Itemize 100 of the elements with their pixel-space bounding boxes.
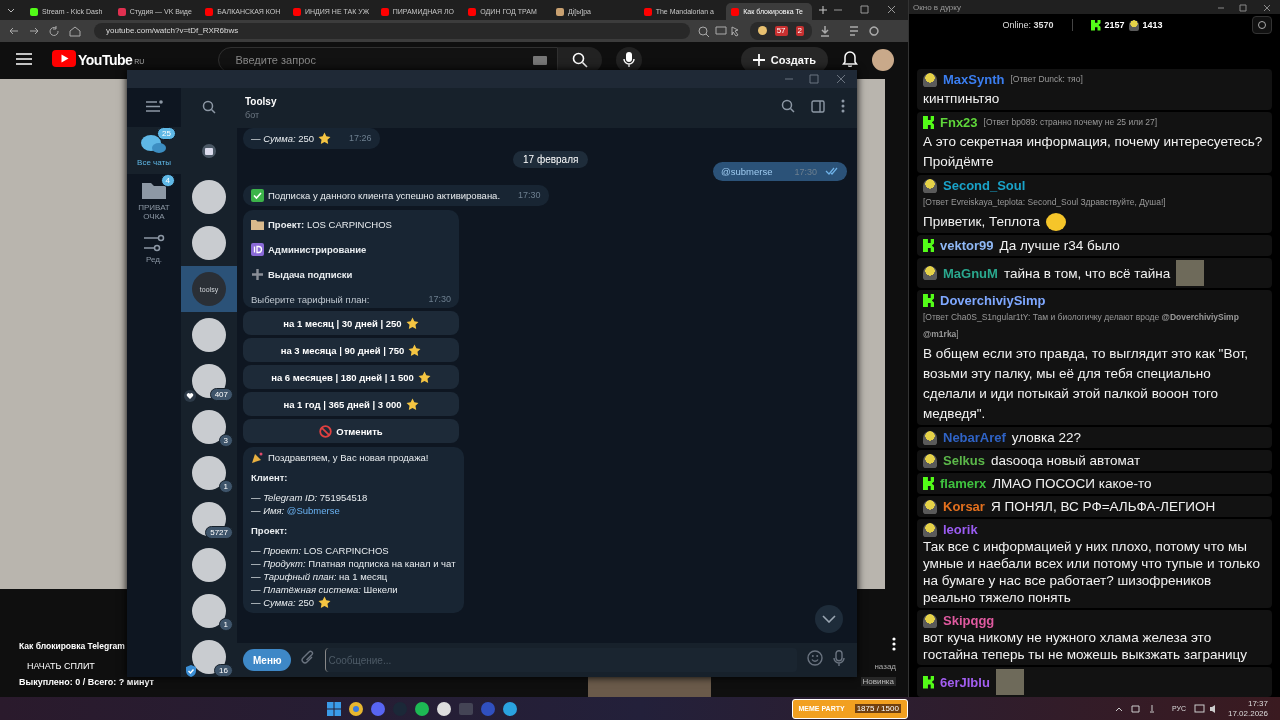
- keyboard-button[interactable]: Отменить: [243, 419, 459, 443]
- unread-badge: 3: [218, 434, 233, 447]
- star-icon: [405, 316, 419, 330]
- kick-logo-icon: [923, 477, 934, 490]
- avatar: [192, 180, 226, 214]
- search-icon[interactable]: [202, 100, 216, 114]
- message-text: Да лучше r34 было: [999, 237, 1120, 254]
- username[interactable]: flamerx: [940, 475, 987, 492]
- keyboard-button[interactable]: на 1 месяц | 30 дней | 250: [243, 311, 459, 335]
- emoji-icon: [251, 243, 264, 256]
- chat-list-item[interactable]: 407: [181, 358, 237, 404]
- message-text: Приветик, Теплота: [923, 214, 1041, 229]
- extension-icon[interactable]: [757, 26, 767, 36]
- chat-list-item[interactable]: 1: [181, 450, 237, 496]
- reply-quote: [Ответ Dunck: тяо]: [1010, 73, 1083, 86]
- emoji-figure-icon: [1128, 19, 1139, 31]
- keyboard-button[interactable]: на 1 год | 365 дней | 3 000: [243, 392, 459, 416]
- keyboard-button[interactable]: на 3 месяца | 90 дней | 750: [243, 338, 459, 362]
- chat-list-item[interactable]: 1: [181, 588, 237, 634]
- username[interactable]: Selkus: [943, 452, 985, 469]
- message-time: 17:30: [427, 293, 451, 306]
- emoji-icon: [251, 218, 264, 231]
- emoji-figure-icon: [923, 499, 937, 514]
- logo-text[interactable]: YouTube: [78, 52, 133, 69]
- emoji-figure-icon: [923, 430, 937, 445]
- reply-quote: [Ответ Evreiskaya_teplota: Second_Soul Здравствуйте, Душа!]: [923, 196, 1166, 209]
- new-tab-icon[interactable]: [817, 5, 828, 15]
- kick-logo-icon: [923, 116, 934, 129]
- extension-badge[interactable]: 57: [774, 25, 788, 36]
- folder-tab[interactable]: Ред.: [127, 227, 181, 271]
- chat-list-item[interactable]: 5727: [181, 496, 237, 542]
- username[interactable]: Korsar: [943, 498, 985, 515]
- clock-date[interactable]: 17.02.2026: [1227, 708, 1268, 719]
- chat-list-item[interactable]: 3: [181, 404, 237, 450]
- address-field[interactable]: youtube.com/watch?v=tDf_RXR6bws: [94, 22, 690, 39]
- username[interactable]: 6erJIblu: [940, 673, 990, 691]
- username[interactable]: MaxSynth: [943, 71, 1005, 88]
- kick-logo-icon: [923, 675, 934, 689]
- plus-icon[interactable]: [752, 54, 765, 67]
- kick-logo-icon: [923, 239, 934, 252]
- extension-icon[interactable]: [697, 24, 742, 37]
- username[interactable]: Fnx23: [940, 114, 978, 131]
- message-text: А это секретная информация, почему интересуетесь? Пройдёмте: [923, 134, 1263, 169]
- extension-badge[interactable]: 2: [795, 25, 804, 36]
- settings-icon[interactable]: [1257, 20, 1267, 30]
- keyboard-button[interactable]: на 6 месяцев | 180 дней | 1 500: [243, 365, 459, 389]
- emoji-icon: [251, 451, 264, 464]
- folder-tab[interactable]: 4 ПРИВАТ ОЧКА: [127, 173, 181, 228]
- unread-badge: 1: [218, 480, 233, 493]
- avatar: [192, 318, 226, 352]
- message-line: — Имя: @Submerse: [251, 504, 340, 517]
- star-icon: [408, 343, 422, 357]
- message-line: Выберите тарифный план:: [251, 293, 370, 306]
- message-text: уловка 22?: [1011, 429, 1081, 446]
- emoji-icon: [251, 268, 264, 281]
- message-line: — Тарифный план: на 1 месяц: [251, 570, 388, 583]
- username[interactable]: Skipqgg: [943, 612, 995, 629]
- chat-list-item[interactable]: 16: [181, 634, 237, 680]
- purchase-status: Выкуплено: 0 / Всего: ? минут: [19, 677, 154, 687]
- video-title: Как блокировка Telegram: [19, 641, 125, 651]
- folder-tab[interactable]: 25 Все чаты: [127, 127, 181, 174]
- thumbnail-placeholder[interactable]: [587, 677, 711, 697]
- chat-title: Toolsy: [245, 96, 277, 107]
- scroll-down-button[interactable]: [815, 605, 843, 633]
- star-icon: [405, 397, 419, 411]
- username-link[interactable]: @Submerse: [286, 505, 340, 516]
- username[interactable]: vektor99: [940, 237, 994, 254]
- avatar[interactable]: [872, 49, 894, 72]
- menu-icon[interactable]: [145, 100, 163, 113]
- message-text: вот куча никому не нужного хлама железа это гостайна теперь ты не можешь выкзжать заграницу: [923, 629, 1248, 663]
- sliders-icon[interactable]: [143, 233, 165, 252]
- message-line: — Сумма: 250: [251, 132, 315, 145]
- message-line: — Сумма: 250: [251, 596, 315, 609]
- start-split-button[interactable]: НАЧАТЬ СПЛИТ: [19, 661, 103, 671]
- avatar: [192, 226, 226, 260]
- message-text: кинтпиньтяо: [923, 91, 1000, 106]
- emoji-figure-icon: [923, 178, 937, 193]
- emoji-figure-icon: [923, 522, 937, 537]
- message-text: Так все с информацией у них плохо, потому что мы умные и наебали всех или потому что тупые и только на бумаге у нас все работает? шизофреников реально тяжело понять: [923, 538, 1261, 606]
- online-count: Online: 3570: [1002, 20, 1054, 30]
- kick-logo-icon: [1090, 19, 1101, 31]
- username[interactable]: DoverchiviySimp: [940, 292, 1046, 309]
- message-line: — Telegram ID: 751954518: [251, 491, 368, 504]
- date-divider: 17 февраля: [513, 151, 589, 168]
- username[interactable]: MaGnuM: [943, 264, 998, 282]
- unread-badge: 1: [218, 618, 233, 631]
- microphone-icon[interactable]: [623, 52, 636, 69]
- username[interactable]: leorik: [943, 521, 978, 538]
- message-text: В общем если это правда, то выглядит это как "Вот, возьми эту палку, мы её для тебя специально сделали и иди потыкай этой палкой вооон того медведя".: [923, 346, 1249, 421]
- reply-quote: [Ответ bp089: странно почему не 25 или 27]: [983, 116, 1158, 129]
- menu-button[interactable]: Меню: [243, 649, 292, 671]
- avatar: [192, 502, 226, 536]
- kick-logo-icon: [923, 294, 934, 307]
- clock-time[interactable]: 17:37: [1247, 698, 1268, 709]
- message-text: @submerse: [721, 166, 773, 177]
- username[interactable]: Second_Soul: [943, 177, 1026, 194]
- emoji-icon: [251, 189, 264, 202]
- search-icon[interactable]: [572, 52, 589, 69]
- settings-button[interactable]: [1252, 16, 1272, 34]
- chevron-down-icon[interactable]: [822, 615, 836, 623]
